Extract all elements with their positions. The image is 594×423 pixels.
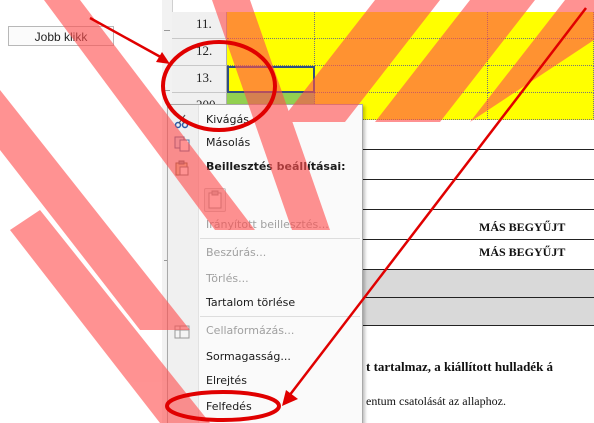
sheet-row-11[interactable]: 11. bbox=[172, 12, 594, 39]
gutter-mark bbox=[164, 30, 170, 31]
cell[interactable] bbox=[488, 93, 594, 120]
scissors-icon bbox=[174, 114, 189, 129]
row-number[interactable]: 11. bbox=[172, 12, 227, 39]
cell[interactable] bbox=[315, 66, 488, 93]
menu-item-copy[interactable]: Másolás bbox=[198, 132, 361, 154]
document-text: t tartalmaz, a kiállított hulladék á bbox=[366, 359, 554, 374]
cell[interactable] bbox=[227, 39, 315, 66]
sheet-row-13[interactable]: 13. bbox=[172, 66, 594, 93]
document-text: entum csatolását az allaphoz. bbox=[366, 394, 506, 408]
menu-item-unhide[interactable]: Felfedés bbox=[198, 396, 361, 418]
clipboard-icon bbox=[208, 190, 222, 209]
copy-icon bbox=[174, 136, 190, 152]
menu-item-paste-special[interactable]: Irányított beillesztés... bbox=[198, 214, 361, 236]
screenshot-stage: { "note": { "label": "Jobb klikk" }, "ro… bbox=[0, 0, 594, 423]
paste-clipboard-icon[interactable] bbox=[204, 188, 226, 212]
menu-item-delete[interactable]: Törlés... bbox=[198, 268, 361, 290]
menu-icon-strip bbox=[168, 105, 199, 423]
menu-item-cut[interactable]: Kivágás bbox=[198, 109, 361, 131]
menu-item-hide[interactable]: Elrejtés bbox=[198, 370, 361, 392]
menu-item-row-height[interactable]: Sormagasság... bbox=[198, 346, 361, 368]
menu-item-format-cells[interactable]: Cellaformázás... bbox=[198, 320, 361, 342]
sheet-row-12[interactable]: 12. bbox=[172, 39, 594, 66]
row-number[interactable]: 12. bbox=[172, 39, 227, 66]
menu-separator bbox=[200, 316, 360, 317]
context-menu: Kivágás Másolás Beillesztés beállításai:… bbox=[167, 104, 363, 423]
cell[interactable] bbox=[488, 39, 594, 66]
menu-heading-paste-options: Beillesztés beállításai: bbox=[206, 160, 346, 173]
selected-cell[interactable] bbox=[227, 66, 315, 93]
menu-item-insert[interactable]: Beszúrás... bbox=[198, 242, 361, 264]
mas-begyujt-label: MÁS BEGYŰJT bbox=[479, 245, 566, 259]
menu-separator bbox=[200, 238, 360, 239]
format-cells-icon bbox=[174, 325, 190, 339]
cell[interactable] bbox=[315, 12, 488, 39]
cell[interactable] bbox=[488, 12, 594, 39]
paste-icon bbox=[175, 160, 189, 176]
right-click-note: Jobb klikk bbox=[8, 26, 114, 46]
menu-item-clear-contents[interactable]: Tartalom törlése bbox=[198, 292, 361, 314]
cell[interactable] bbox=[315, 39, 488, 66]
gutter-mark bbox=[164, 90, 170, 91]
row-number[interactable]: 13. bbox=[172, 66, 227, 93]
mas-begyujt-label: MÁS BEGYŰJT bbox=[479, 220, 566, 234]
cell[interactable] bbox=[488, 66, 594, 93]
cell[interactable] bbox=[227, 12, 315, 39]
